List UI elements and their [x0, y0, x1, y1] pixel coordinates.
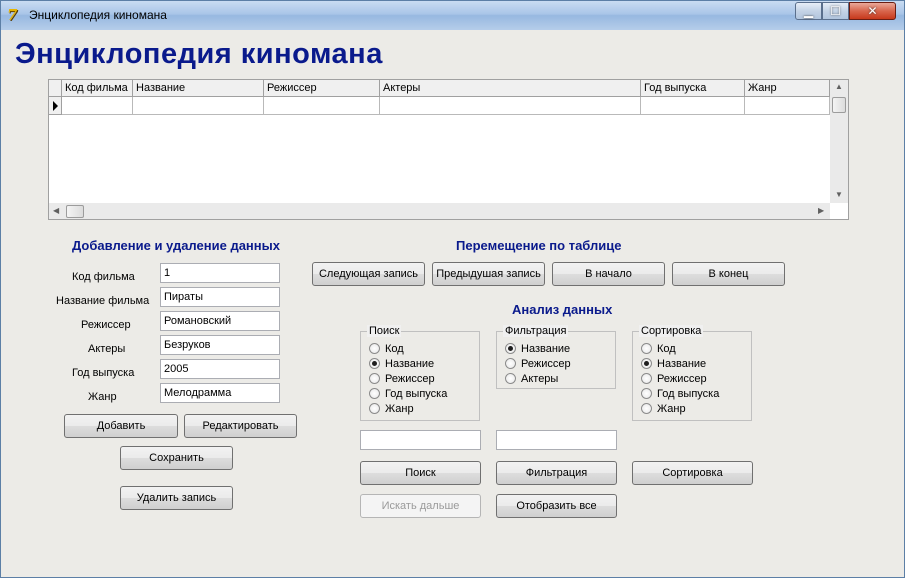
vertical-scrollbar[interactable]: ▲ ▼: [830, 80, 848, 203]
grid-cell[interactable]: [745, 97, 830, 115]
next-record-button[interactable]: Следующая запись: [312, 262, 425, 286]
search-button[interactable]: Поиск: [360, 461, 481, 485]
radio-icon: [641, 388, 652, 399]
sort-button[interactable]: Сортировка: [632, 461, 753, 485]
scroll-up-icon[interactable]: ▲: [835, 82, 843, 91]
grid-cell[interactable]: [641, 97, 745, 115]
actors-field[interactable]: Безруков: [160, 335, 280, 355]
code-field[interactable]: 1: [160, 263, 280, 283]
grid-cell[interactable]: [380, 97, 641, 115]
filter-button[interactable]: Фильтрация: [496, 461, 617, 485]
vertical-scroll-thumb[interactable]: [832, 97, 846, 113]
search-groupbox: Поиск Код Название Режиссер Год выпуска …: [360, 325, 480, 421]
maximize-button[interactable]: ☐: [822, 2, 849, 20]
scroll-right-icon[interactable]: ▶: [818, 206, 824, 215]
radio-icon: [505, 358, 516, 369]
code-label: Код фильма: [72, 271, 135, 283]
window-title: Энциклопедия киномана: [29, 8, 167, 22]
radio-icon: [369, 343, 380, 354]
prev-record-button[interactable]: Предыдушая запись: [432, 262, 545, 286]
edit-button[interactable]: Редактировать: [184, 414, 297, 438]
search-option-code[interactable]: Код: [369, 343, 404, 356]
radio-icon: [505, 373, 516, 384]
scroll-left-icon[interactable]: ◀: [53, 206, 59, 215]
column-header-year[interactable]: Год выпуска: [641, 80, 745, 97]
search-option-title[interactable]: Название: [369, 358, 434, 371]
filter-groupbox: Фильтрация Название Режиссер Актеры: [496, 325, 616, 389]
column-header-director[interactable]: Режиссер: [264, 80, 380, 97]
radio-icon: [641, 373, 652, 384]
genre-field[interactable]: Мелодрамма: [160, 383, 280, 403]
title-bar[interactable]: 7 Энциклопедия киномана ▁ ☐ ✕: [1, 1, 904, 30]
delphi-app-icon: 7: [7, 6, 18, 24]
maximize-icon: ☐: [830, 4, 841, 18]
sort-groupbox: Сортировка Код Название Режиссер Год вып…: [632, 325, 752, 421]
title-label: Название фильма: [56, 295, 150, 307]
filter-option-title[interactable]: Название: [505, 343, 570, 356]
navigation-section-title: Перемещение по таблице: [456, 238, 622, 253]
filter-option-director[interactable]: Режиссер: [505, 358, 571, 371]
grid-corner: [49, 80, 62, 97]
year-label: Год выпуска: [72, 367, 135, 379]
sort-option-title[interactable]: Название: [641, 358, 706, 371]
column-header-code[interactable]: Код фильма: [62, 80, 133, 97]
radio-selected-icon: [505, 343, 516, 354]
radio-icon: [369, 373, 380, 384]
grid-cell[interactable]: [264, 97, 380, 115]
filter-option-actors[interactable]: Актеры: [505, 373, 558, 386]
radio-icon: [641, 343, 652, 354]
grid-cell[interactable]: [62, 97, 133, 115]
save-button[interactable]: Сохранить: [120, 446, 233, 470]
page-title: Энциклопедия киномана: [15, 38, 383, 70]
last-record-button[interactable]: В конец: [672, 262, 785, 286]
radio-icon: [369, 388, 380, 399]
title-field[interactable]: Пираты: [160, 287, 280, 307]
sort-option-year[interactable]: Год выпуска: [641, 388, 719, 401]
genre-label: Жанр: [88, 391, 117, 403]
column-header-genre[interactable]: Жанр: [745, 80, 830, 97]
search-input[interactable]: [360, 430, 481, 450]
grid-cell[interactable]: [133, 97, 264, 115]
sort-option-director[interactable]: Режиссер: [641, 373, 707, 386]
horizontal-scroll-thumb[interactable]: [66, 205, 84, 218]
minimize-icon: ▁: [803, 4, 814, 18]
films-grid[interactable]: Код фильма Название Режиссер Актеры Год …: [48, 79, 849, 220]
search-option-year[interactable]: Год выпуска: [369, 388, 447, 401]
actors-label: Актеры: [88, 343, 126, 355]
sort-option-code[interactable]: Код: [641, 343, 676, 356]
sort-group-title: Сортировка: [639, 325, 704, 337]
filter-input[interactable]: [496, 430, 617, 450]
delete-record-button[interactable]: Удалить запись: [120, 486, 233, 510]
search-group-title: Поиск: [367, 325, 402, 337]
radio-icon: [641, 403, 652, 414]
search-next-button[interactable]: Искать дальше: [360, 494, 481, 518]
add-button[interactable]: Добавить: [64, 414, 178, 438]
sort-option-genre[interactable]: Жанр: [641, 403, 686, 416]
close-icon: ✕: [867, 4, 878, 18]
scroll-down-icon[interactable]: ▼: [835, 190, 843, 199]
close-button[interactable]: ✕: [849, 2, 896, 20]
show-all-button[interactable]: Отобразить все: [496, 494, 617, 518]
column-header-title[interactable]: Название: [133, 80, 264, 97]
search-option-genre[interactable]: Жанр: [369, 403, 414, 416]
add-delete-section-title: Добавление и удаление данных: [72, 238, 280, 253]
search-option-director[interactable]: Режиссер: [369, 373, 435, 386]
director-field[interactable]: Романовский: [160, 311, 280, 331]
year-field[interactable]: 2005: [160, 359, 280, 379]
grid-header: Код фильма Название Режиссер Актеры Год …: [49, 80, 830, 97]
radio-selected-icon: [641, 358, 652, 369]
column-header-actors[interactable]: Актеры: [380, 80, 641, 97]
table-row[interactable]: [49, 97, 830, 115]
first-record-button[interactable]: В начало: [552, 262, 665, 286]
analysis-section-title: Анализ данных: [512, 302, 613, 317]
filter-group-title: Фильтрация: [503, 325, 569, 337]
horizontal-scrollbar[interactable]: ◀ ▶: [49, 203, 830, 219]
minimize-button[interactable]: ▁: [795, 2, 822, 20]
director-label: Режиссер: [81, 319, 131, 331]
radio-icon: [369, 403, 380, 414]
radio-selected-icon: [369, 358, 380, 369]
